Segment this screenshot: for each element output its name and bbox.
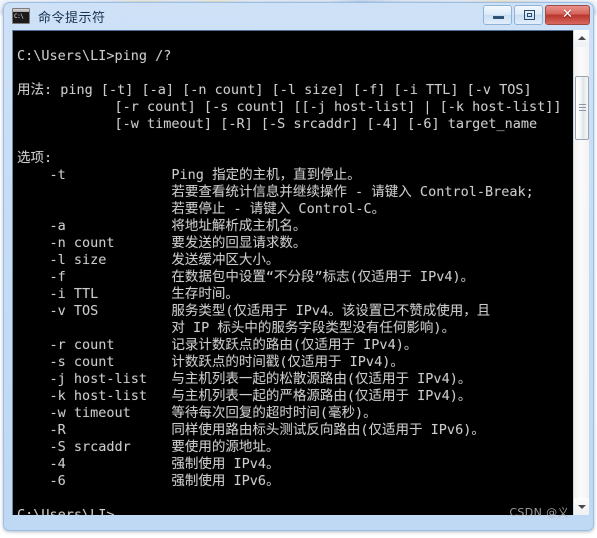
scrollbar-thumb[interactable] bbox=[575, 76, 589, 140]
maximize-restore-button[interactable] bbox=[514, 5, 543, 25]
title-bar[interactable]: C:\ 命令提示符 ✕ bbox=[4, 3, 593, 29]
console-icon: C:\ bbox=[12, 8, 30, 24]
scroll-up-button[interactable] bbox=[574, 30, 589, 47]
minimize-button[interactable] bbox=[483, 5, 512, 25]
chevron-up-icon bbox=[577, 36, 586, 40]
scroll-down-button[interactable] bbox=[574, 498, 589, 515]
close-button[interactable]: ✕ bbox=[545, 5, 590, 25]
minimize-icon bbox=[493, 16, 504, 19]
restore-icon bbox=[524, 10, 535, 20]
grip-icon bbox=[579, 104, 586, 112]
console-icon-glyph: C:\ bbox=[14, 13, 24, 20]
command-prompt-window: C:\ 命令提示符 ✕ C:\Users\LI>ping /? 用法: ping… bbox=[3, 2, 594, 531]
vertical-scrollbar[interactable] bbox=[573, 30, 589, 515]
csdn-watermark: CSDN @义 bbox=[509, 506, 569, 519]
chevron-down-icon bbox=[577, 505, 586, 509]
console-text: C:\Users\LI>ping /? 用法: ping [-t] [-a] [… bbox=[17, 47, 562, 516]
console-output-area[interactable]: C:\Users\LI>ping /? 用法: ping [-t] [-a] [… bbox=[12, 30, 587, 515]
window-title: 命令提示符 bbox=[38, 10, 106, 26]
close-icon: ✕ bbox=[562, 7, 573, 22]
caption-button-group: ✕ bbox=[483, 5, 590, 25]
